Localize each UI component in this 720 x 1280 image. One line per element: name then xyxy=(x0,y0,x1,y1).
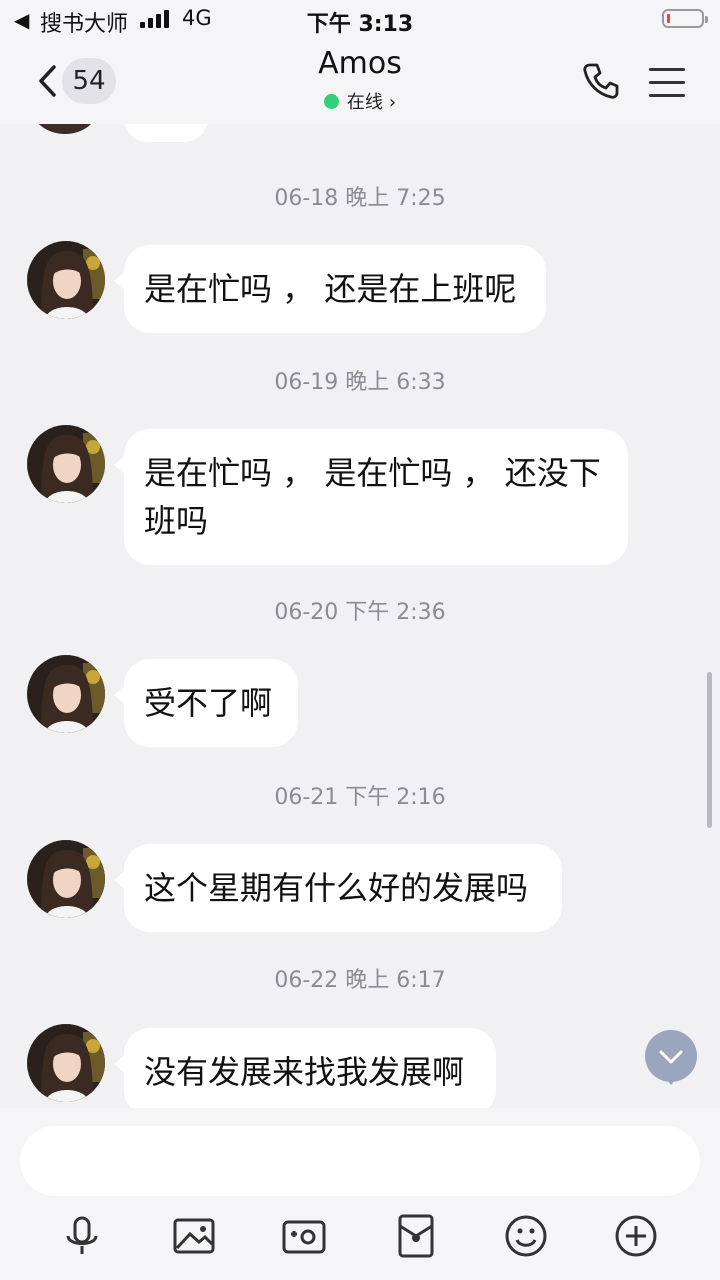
avatar[interactable] xyxy=(27,840,105,918)
clock: 下午 3:13 xyxy=(306,12,414,37)
message-text-line: 没有发展来找我发展啊 xyxy=(144,1053,465,1091)
image-icon[interactable] xyxy=(170,1212,218,1260)
scroll-to-bottom-button[interactable] xyxy=(645,1030,697,1085)
presence-label: 在线 xyxy=(346,92,383,113)
battery-icon xyxy=(662,9,708,28)
message-timestamp: 06-21 下午 2:16 xyxy=(274,785,446,810)
phone-call-button[interactable] xyxy=(580,60,622,102)
camera-icon[interactable] xyxy=(280,1212,328,1260)
microphone-icon[interactable] xyxy=(58,1212,106,1260)
message-text-line: 这个星期有什么好的发展吗 xyxy=(144,869,529,907)
battery-level xyxy=(667,14,670,23)
plus-icon[interactable] xyxy=(612,1212,660,1260)
emoji-icon[interactable] xyxy=(502,1212,550,1260)
message-timestamp: 06-18 晚上 7:25 xyxy=(274,186,446,211)
message-list[interactable]: 06-18 晚上 7:25 是在忙吗 ， 还是在上班呢 06-19 晚上 6:33 是… xyxy=(0,124,720,1108)
avatar[interactable] xyxy=(27,655,105,733)
message-text-line: 是在忙吗 ， 是在忙吗 ， 还没下 xyxy=(144,454,601,492)
message-timestamp: 06-20 下午 2:36 xyxy=(274,600,446,625)
avatar[interactable] xyxy=(27,425,105,503)
chat-header: 54 Amos 在线 › xyxy=(0,40,720,124)
message-bubble[interactable]: 受不了啊 xyxy=(114,659,298,747)
online-dot-icon xyxy=(323,94,339,109)
avatar[interactable] xyxy=(27,1024,105,1102)
message-bubble[interactable]: 没有发展来找我发展啊 xyxy=(114,1028,496,1108)
menu-icon[interactable] xyxy=(646,62,688,102)
message-bubble[interactable]: 是在忙吗 ， 还是在上班呢 xyxy=(114,245,546,333)
message-input[interactable] xyxy=(20,1126,700,1196)
avatar[interactable] xyxy=(27,241,105,319)
message-text-line: 班吗 xyxy=(144,502,209,540)
message-bubble[interactable]: 是在忙吗 ， 是在忙吗 ， 还没下 班吗 xyxy=(114,429,628,565)
red-packet-icon[interactable] xyxy=(392,1212,440,1260)
message-bubble[interactable]: 这个星期有什么好的发展吗 xyxy=(114,844,562,932)
scrollbar[interactable] xyxy=(707,672,712,828)
message-timestamp: 06-22 晚上 6:17 xyxy=(274,968,446,993)
message-text-line: 受不了啊 xyxy=(144,684,273,722)
status-bar: ◀ 搜书大师 4G 下午 3:13 xyxy=(0,0,720,40)
message-bubble[interactable] xyxy=(124,124,208,142)
composer xyxy=(0,1108,720,1280)
message-timestamp: 06-19 晚上 6:33 xyxy=(274,370,446,395)
chevron-right-icon: › xyxy=(388,92,397,113)
avatar[interactable] xyxy=(32,124,98,134)
message-text-line: 是在忙吗 ， 还是在上班呢 xyxy=(144,270,517,308)
chevron-down-icon xyxy=(659,1050,683,1064)
